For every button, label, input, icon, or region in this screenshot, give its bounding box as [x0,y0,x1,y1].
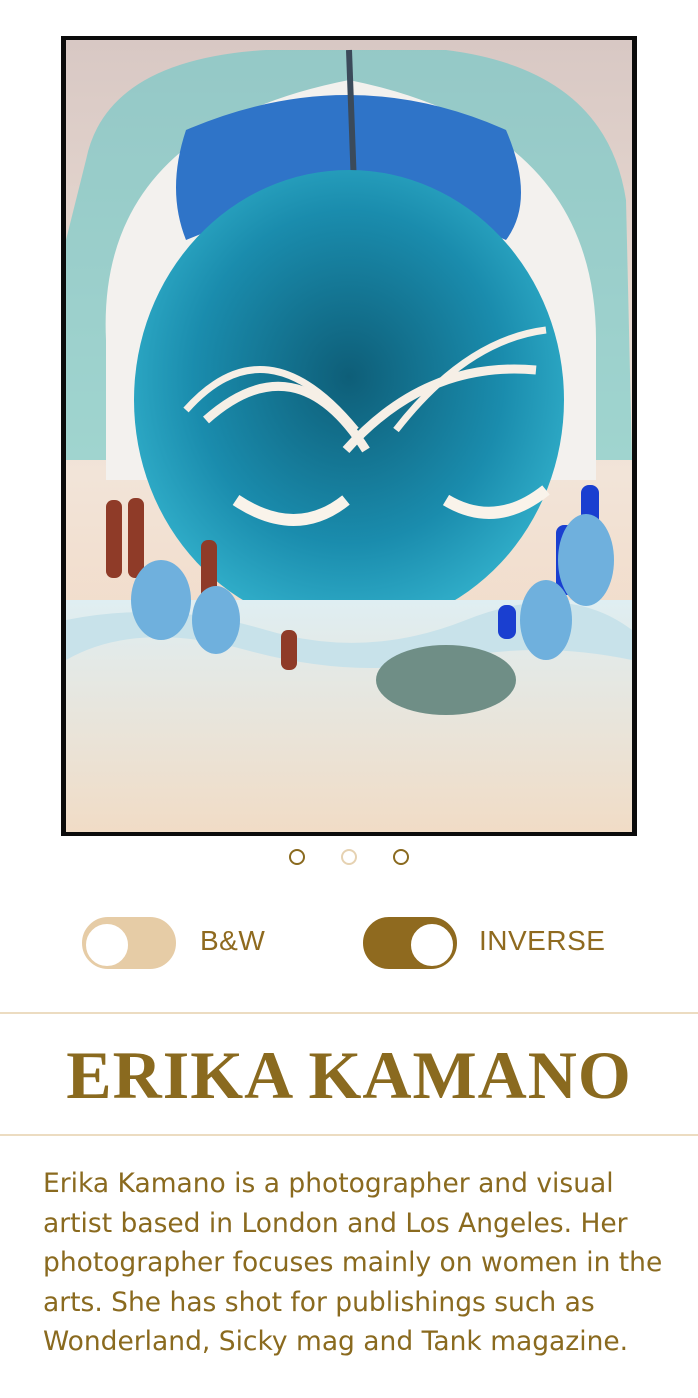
divider-bottom [0,1134,698,1136]
inverse-toggle[interactable] [363,917,457,969]
artist-name: ERIKA KAMANO [66,1037,632,1113]
bw-label: B&W [200,925,266,956]
carousel-dot-2[interactable] [341,849,357,865]
inverse-label: INVERSE [479,925,606,956]
divider-top [0,1012,698,1014]
carousel-dot-3[interactable] [393,849,409,865]
carousel-dots [0,849,698,867]
bw-toggle[interactable] [82,917,176,969]
inverse-toggle-knob [409,922,455,968]
inverted-portrait-image [66,40,632,832]
artist-bio: Erika Kamano is a photographer and visua… [43,1168,663,1357]
artist-photo[interactable] [61,36,637,836]
bw-toggle-knob [84,922,130,968]
filter-toggles: B&W INVERSE [0,915,698,971]
carousel-dot-1[interactable] [289,849,305,865]
